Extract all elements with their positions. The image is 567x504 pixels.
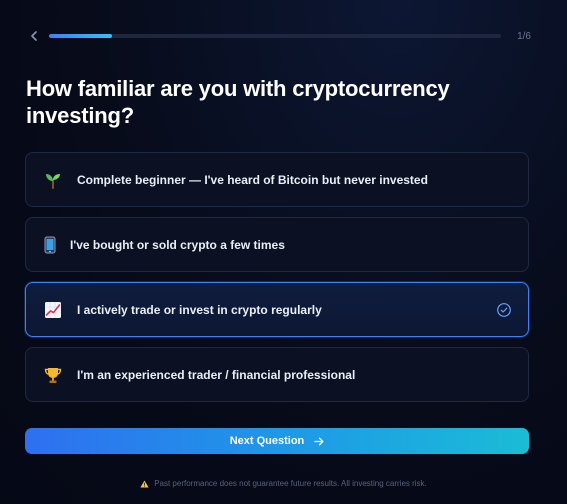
option-label: I'm an experienced trader / financial pr…	[77, 367, 356, 382]
option-professional[interactable]: I'm an experienced trader / financial pr…	[25, 347, 529, 402]
arrow-right-icon	[314, 437, 324, 446]
option-label: I actively trade or invest in crypto reg…	[77, 302, 322, 317]
chevron-left-icon	[31, 31, 37, 41]
chart-increasing-icon	[43, 300, 63, 320]
option-few-times[interactable]: I've bought or sold crypto a few times	[25, 217, 529, 272]
next-question-label: Next Question	[229, 435, 305, 447]
check-circle-icon	[497, 303, 511, 317]
trophy-icon	[43, 365, 63, 385]
next-question-button[interactable]: Next Question	[25, 428, 529, 454]
option-label: I've bought or sold crypto a few times	[70, 237, 285, 252]
option-label: Complete beginner — I've heard of Bitcoi…	[77, 172, 428, 187]
option-beginner[interactable]: Complete beginner — I've heard of Bitcoi…	[25, 152, 529, 207]
seedling-icon	[43, 170, 63, 190]
warning-icon	[140, 480, 149, 488]
mobile-phone-icon	[40, 235, 60, 255]
quiz-page: 1/6 How familiar are you with cryptocurr…	[0, 0, 567, 504]
progress-fill	[49, 34, 113, 38]
answer-options: Complete beginner — I've heard of Bitcoi…	[25, 152, 529, 412]
option-active-trader[interactable]: I actively trade or invest in crypto reg…	[25, 282, 529, 337]
risk-disclaimer: Past performance does not guarantee futu…	[0, 479, 567, 488]
back-button[interactable]	[26, 28, 42, 44]
progress-track	[49, 34, 501, 38]
progress-header: 1/6	[26, 28, 531, 44]
step-counter: 1/6	[517, 30, 531, 42]
disclaimer-text: Past performance does not guarantee futu…	[154, 479, 427, 488]
question-title: How familiar are you with cryptocurrency…	[26, 76, 450, 128]
